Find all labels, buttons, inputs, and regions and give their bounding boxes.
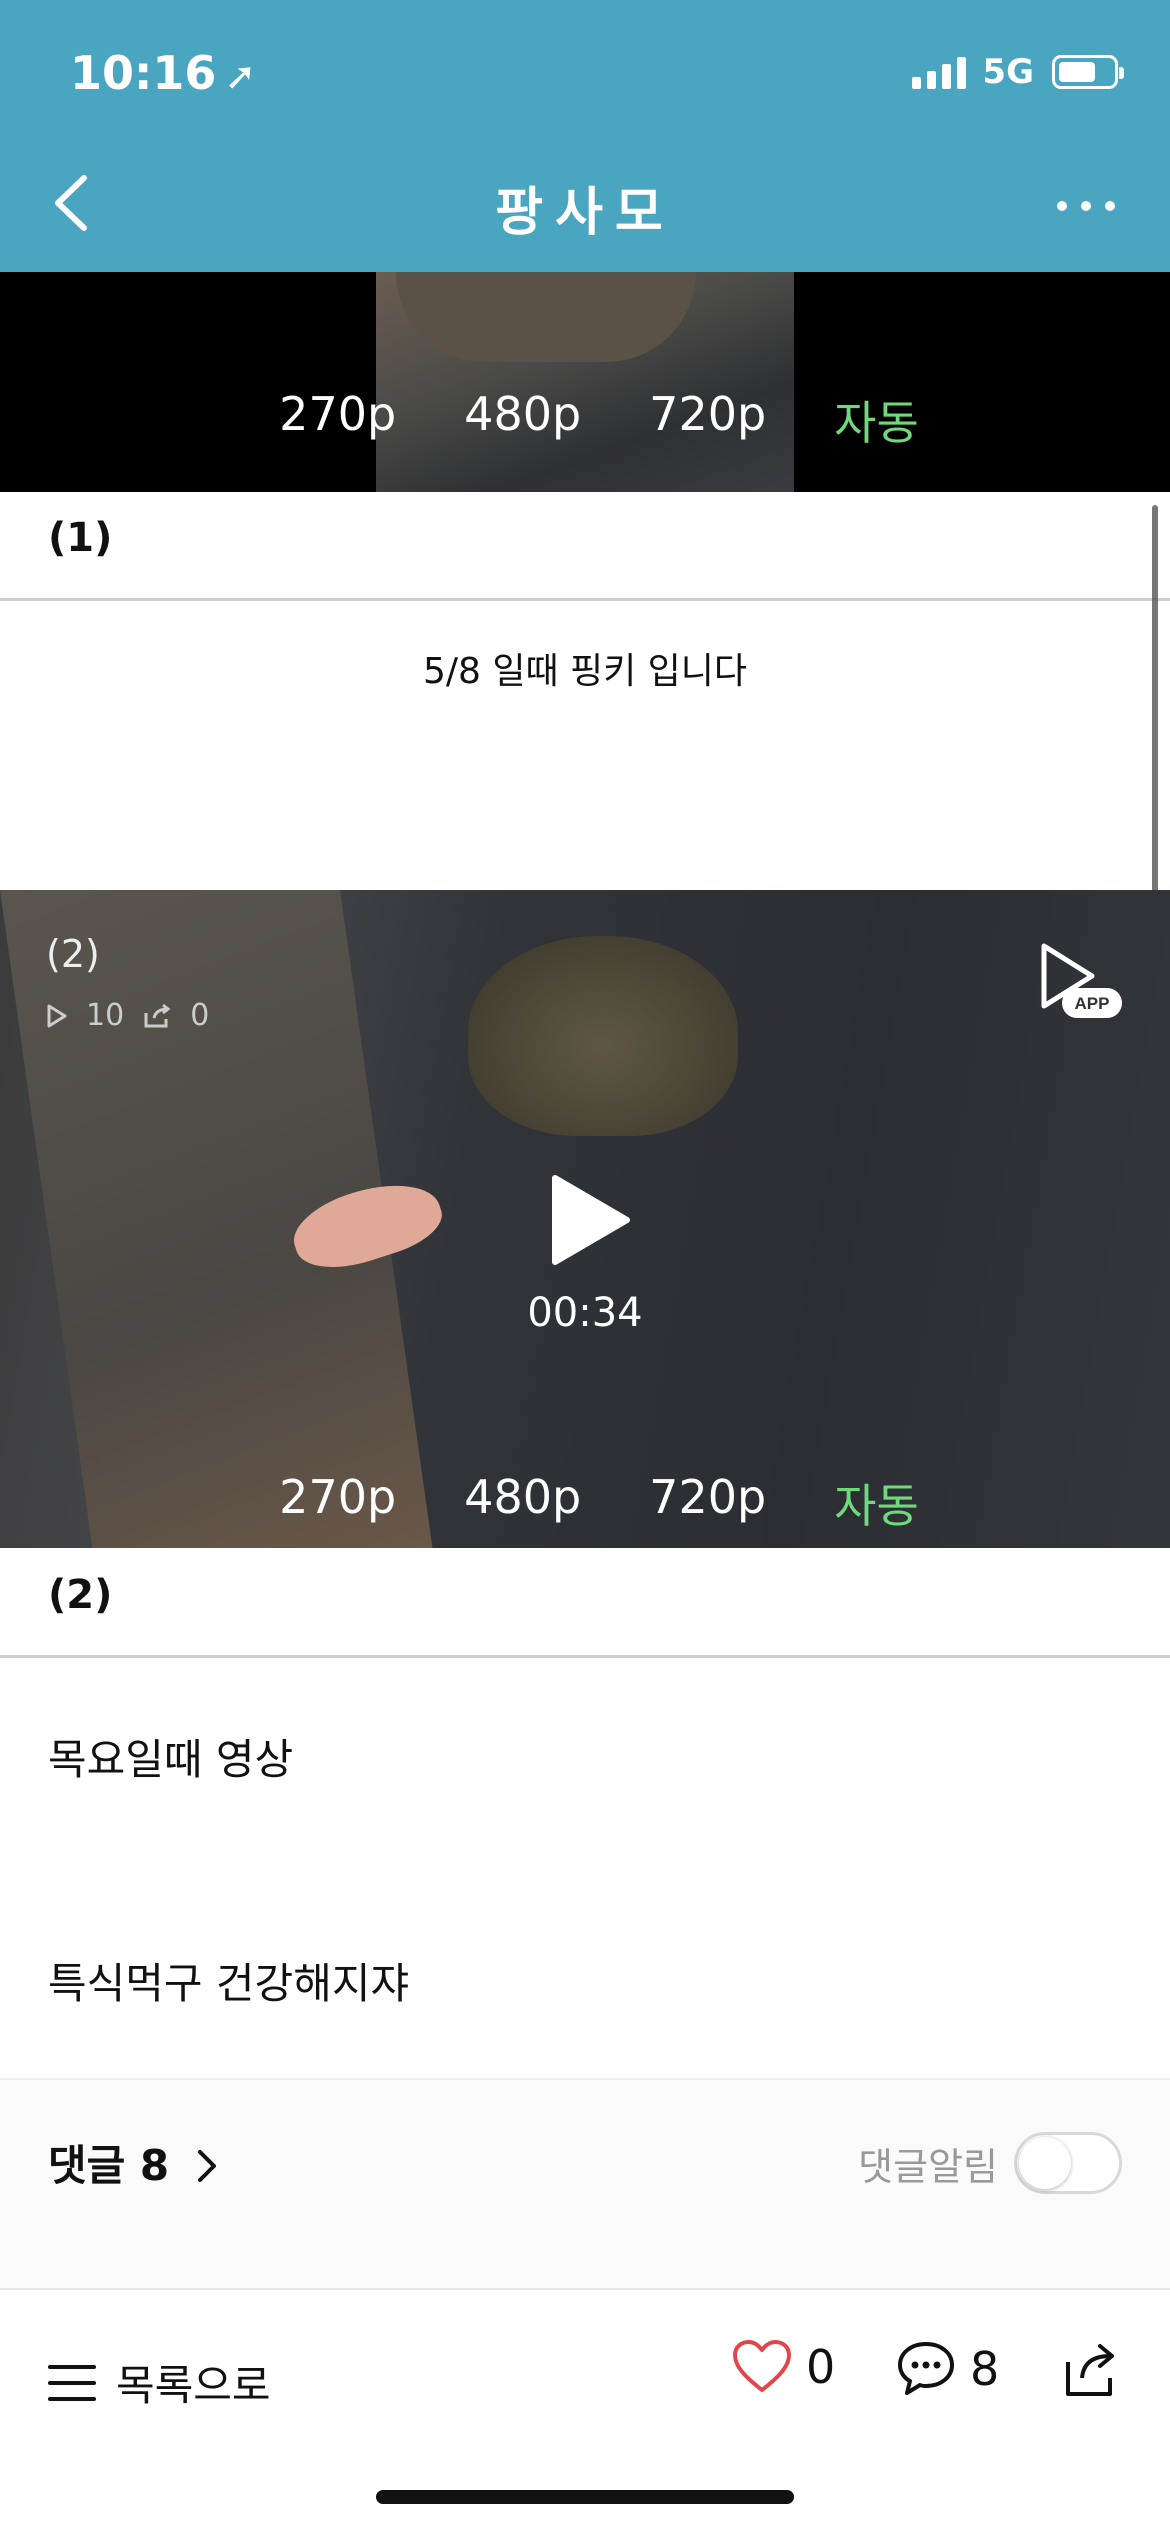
comment-count: 8: [970, 2342, 1000, 2396]
quality-480p[interactable]: 480p: [464, 1470, 581, 1536]
quality-auto[interactable]: 자동: [834, 387, 919, 453]
share-button[interactable]: [1060, 2340, 1122, 2398]
quality-270p[interactable]: 270p: [279, 1470, 396, 1536]
comment-button[interactable]: 8: [896, 2340, 999, 2398]
quality-selector: 270p 480p 720p 자동: [0, 387, 1170, 453]
quality-auto[interactable]: 자동: [834, 1470, 919, 1536]
quality-270p[interactable]: 270p: [279, 387, 396, 453]
body-text-line-1: 목요일때 영상: [48, 1735, 294, 1784]
comments-title: 댓글 8: [48, 2141, 170, 2190]
heart-icon: [733, 2340, 791, 2392]
body-text-line-2: 특식먹구 건강해지쟈: [48, 1959, 410, 2008]
app-play-icon: APP: [1041, 943, 1122, 1018]
status-time-text: 10:16: [70, 46, 217, 100]
video-player-2[interactable]: (2) 10 0 APP 00:34 270p 480p 720p 자동: [0, 890, 1170, 1548]
video-thumbnail: [376, 272, 794, 492]
home-indicator[interactable]: [376, 2490, 794, 2504]
speech-bubble-icon: [898, 2342, 954, 2395]
menu-icon: [48, 2364, 96, 2401]
open-in-app-button[interactable]: APP: [1036, 940, 1126, 1020]
page-title: 팡사모: [495, 183, 675, 243]
video-duration: 00:34: [527, 1290, 643, 1336]
battery-icon: [1052, 55, 1124, 89]
section-caption-1: 5/8 일때 핑키 입니다: [422, 651, 748, 692]
video-index-label: (2): [46, 932, 100, 976]
video-player-1[interactable]: 270p 480p 720p 자동: [0, 272, 1170, 492]
status-indicators: 5G: [912, 52, 1124, 92]
like-button[interactable]: 0: [732, 2340, 835, 2394]
location-arrow-icon: ➚: [224, 54, 257, 98]
more-dots-icon: [1057, 201, 1115, 211]
comments-link[interactable]: 댓글 8: [48, 2132, 220, 2193]
share-icon: [1066, 2344, 1114, 2396]
status-time: 10:16 ➚: [70, 46, 256, 100]
comment-alert-toggle[interactable]: [1014, 2132, 1122, 2194]
quality-selector: 270p 480p 720p 자동: [0, 1470, 1170, 1536]
chevron-right-icon: [197, 2150, 216, 2182]
comment-alert-label: 댓글알림: [858, 2145, 998, 2189]
app-badge-text: APP: [1075, 994, 1110, 1013]
play-count: 10: [86, 998, 125, 1033]
like-count: 0: [806, 2340, 836, 2394]
video-scene-frog: [468, 936, 738, 1136]
play-icon: [552, 1175, 630, 1265]
back-to-list-button[interactable]: 목록으로: [48, 2352, 271, 2413]
divider: [0, 598, 1170, 601]
network-type: 5G: [982, 52, 1034, 92]
comments-section: 댓글 8 댓글알림: [0, 2078, 1170, 2288]
quality-720p[interactable]: 720p: [649, 387, 766, 453]
quality-720p[interactable]: 720p: [649, 1470, 766, 1536]
divider: [0, 1655, 1170, 1658]
section-label-1: (1): [48, 515, 113, 561]
back-to-list-label: 목록으로: [116, 2361, 271, 2410]
top-header: 10:16 ➚ 5G 팡사모: [0, 0, 1170, 272]
video-stats: 10 0: [46, 998, 209, 1033]
more-options-button[interactable]: [1046, 170, 1126, 240]
section-label-2: (2): [48, 1572, 113, 1618]
play-button[interactable]: [545, 1170, 635, 1270]
share-count-icon: [144, 1003, 171, 1027]
play-count-icon: [47, 1004, 67, 1027]
share-count: 0: [190, 998, 210, 1033]
signal-strength-icon: [912, 55, 967, 89]
quality-480p[interactable]: 480p: [464, 387, 581, 453]
